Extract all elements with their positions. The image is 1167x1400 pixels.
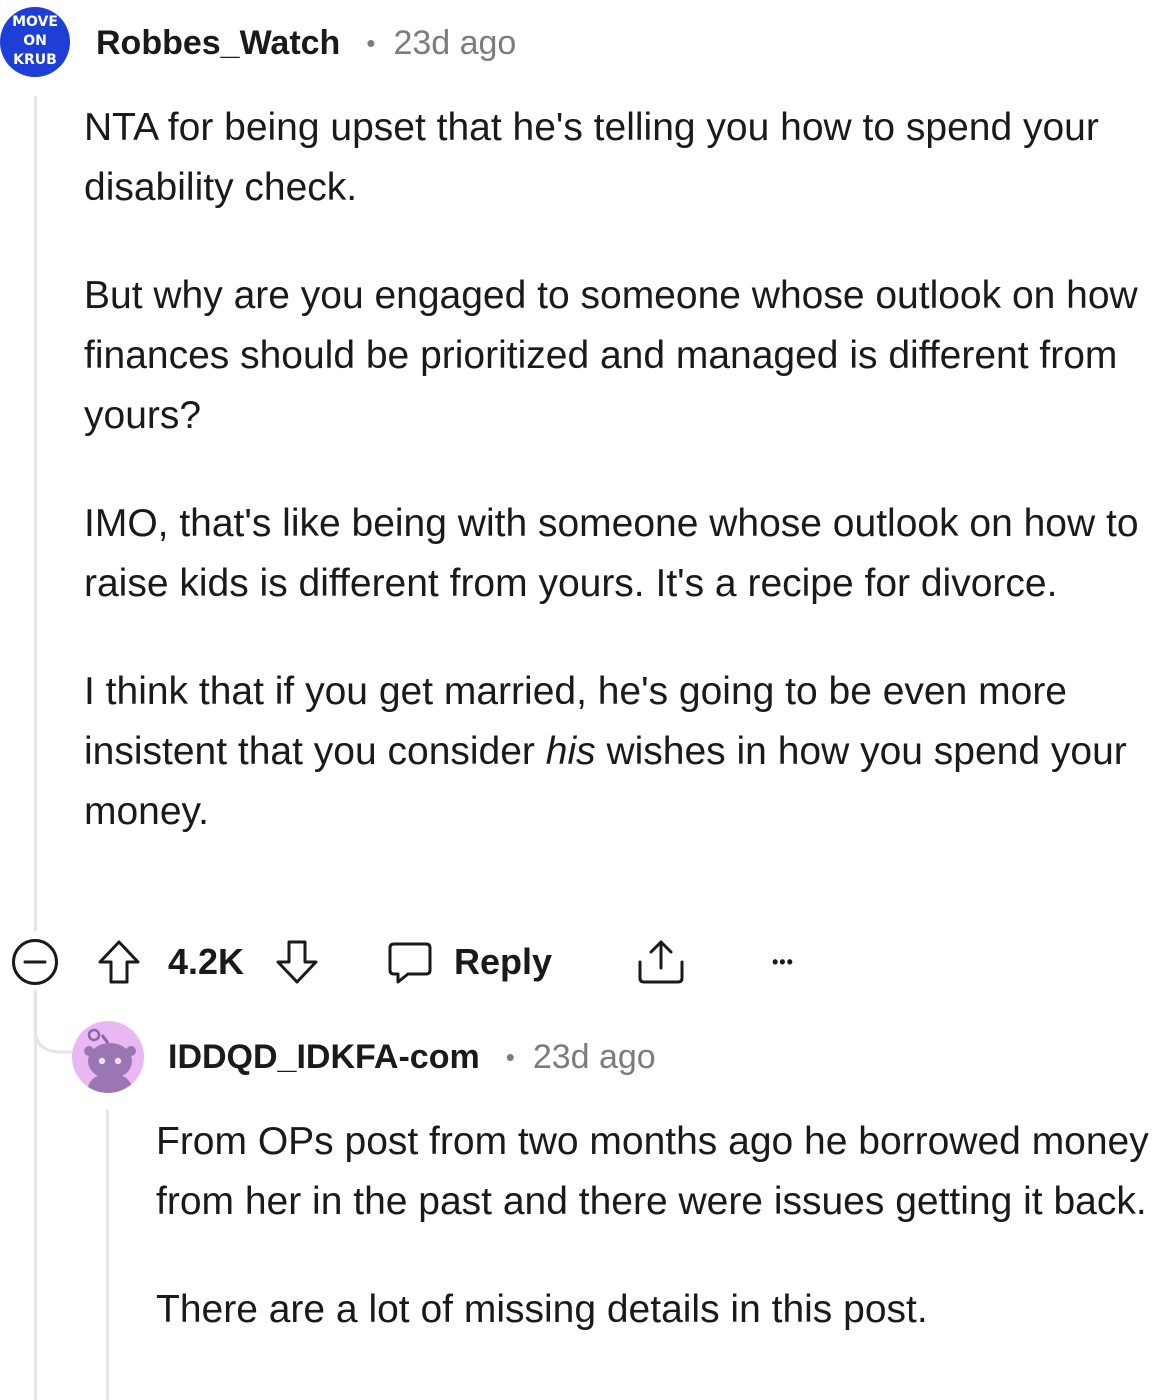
reply-avatar[interactable] [72,1021,144,1093]
collapse-minus-icon [12,939,58,985]
downvote-arrow-icon [276,940,318,984]
upvote-arrow-icon [98,940,140,984]
upvote-button[interactable] [96,938,142,986]
user-avatar[interactable]: MOVE ON KRUB [0,7,70,77]
reply-label: Reply [454,941,553,982]
reply-body: From OPs post from two months ago he bor… [156,1112,1156,1340]
comment-bubble-icon [388,942,432,984]
comment-meta: Robbes_Watch • 23d ago [96,20,516,66]
thread-line-reply[interactable] [106,1110,109,1400]
comment-paragraph: But why are you engaged to someone whose… [84,274,1138,437]
meta-separator: • [366,27,376,58]
comment-action-bar: 4.2K Reply ••• [0,930,900,994]
score-value: 4.2K [168,941,245,982]
reply-button[interactable]: Reply [386,936,552,988]
more-options-icon: ••• [772,951,794,972]
comment-paragraph: NTA for being upset that he's telling yo… [84,106,1099,209]
comment-body: NTA for being upset that he's telling yo… [84,98,1167,842]
text-emphasis: his [545,730,596,773]
avatar-text-1: MOVE [12,13,58,30]
comment-paragraph: IMO, that's like being with someone whos… [84,502,1139,605]
more-options-button[interactable]: ••• [772,944,794,980]
share-icon [638,940,684,984]
downvote-button[interactable] [274,938,320,986]
thread-branch-curve [33,990,75,1054]
avatar-text-2: ON [23,32,47,49]
snoo-icon [84,1028,136,1093]
reply-paragraph: From OPs post from two months ago he bor… [156,1120,1149,1223]
vote-score: 4.2K [168,940,244,984]
collapse-button[interactable] [11,938,59,986]
thread-line-main[interactable] [34,96,37,931]
reply-meta: IDDQD_IDKFA-com • 23d ago [168,1034,656,1080]
reply-username[interactable]: IDDQD_IDKFA-com [168,1038,480,1077]
reply-meta-separator: • [505,1041,515,1072]
reply-timestamp[interactable]: 23d ago [533,1038,656,1077]
reply-paragraph: There are a lot of missing details in th… [156,1288,928,1331]
timestamp[interactable]: 23d ago [393,24,516,63]
share-button[interactable] [636,936,686,986]
username[interactable]: Robbes_Watch [96,24,340,63]
comment-paragraph-last: I think that if you get married, he's go… [84,662,1167,842]
avatar-text-3: KRUB [13,51,57,68]
